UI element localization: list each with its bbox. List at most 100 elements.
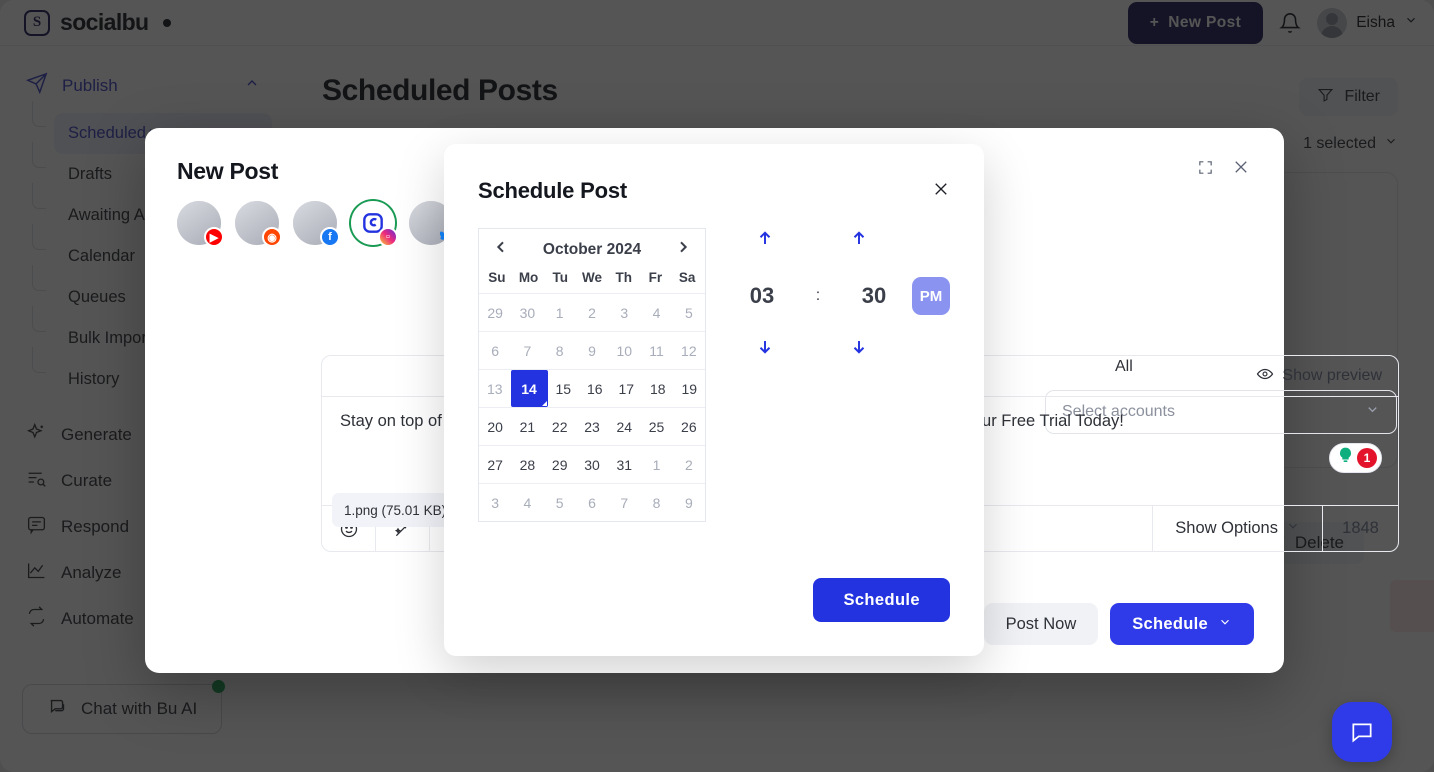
calendar-dow: We (581, 270, 602, 285)
calendar-day[interactable]: 21 (511, 408, 543, 445)
calendar-day[interactable]: 3 (479, 484, 511, 521)
calendar-day[interactable]: 8 (640, 484, 672, 521)
calendar-dow: Fr (648, 270, 663, 285)
calendar-day[interactable]: 9 (673, 484, 705, 521)
attachment-name: 1.png (75.01 KB) (344, 502, 447, 518)
minute-up-arrow-icon[interactable] (850, 228, 868, 253)
hour-value[interactable]: 03 (734, 283, 790, 309)
chevron-left-icon[interactable] (493, 239, 509, 260)
schedule-split-button[interactable]: Schedule (1110, 603, 1254, 645)
calendar-day[interactable]: 27 (479, 446, 511, 483)
chat-floating-button[interactable] (1332, 702, 1392, 762)
calendar-day[interactable]: 2 (576, 294, 608, 331)
eye-icon (1256, 365, 1274, 388)
calendar-day[interactable]: 6 (479, 332, 511, 369)
calendar-day[interactable]: 23 (576, 408, 608, 445)
account-avatar-instagram[interactable]: ▫ (351, 201, 398, 247)
close-icon[interactable] (1232, 158, 1250, 181)
expand-icon[interactable] (1197, 159, 1214, 181)
chevron-right-icon[interactable] (675, 239, 691, 260)
time-picker: 03 : 30 PM (706, 228, 950, 522)
new-post-modal-footer: Post Now Schedule (983, 603, 1254, 645)
time-value-row: 03 : 30 PM (734, 277, 950, 315)
account-avatar-youtube[interactable]: ▶ (177, 201, 224, 247)
youtube-icon: ▶ (204, 227, 224, 247)
calendar-week-row: 20 21 22 23 24 25 26 (479, 407, 705, 445)
calendar-day[interactable]: 6 (576, 484, 608, 521)
calendar-grid: 29 30 1 2 3 4 5 6 7 8 9 10 11 12 13 14 15 16 17 18 19 20 21 22 2… (479, 293, 705, 521)
calendar-header: October 2024 (479, 229, 705, 270)
calendar-day[interactable]: 9 (576, 332, 608, 369)
calendar-day[interactable]: 29 (479, 294, 511, 331)
ai-suggestions-chip[interactable]: 1 (1329, 443, 1382, 473)
account-avatar-facebook[interactable]: f (293, 201, 340, 247)
new-post-modal-header-actions (1197, 158, 1250, 181)
calendar-dow: Sa (678, 270, 696, 285)
calendar-day[interactable]: 26 (673, 408, 705, 445)
calendar-dow: Mo (518, 270, 539, 285)
schedule-modal-title: Schedule Post (478, 178, 627, 203)
show-options-label: Show Options (1175, 519, 1278, 537)
show-options-dropdown[interactable]: Show Options (1152, 506, 1322, 551)
time-separator: : (815, 287, 821, 304)
calendar-day[interactable]: 4 (511, 484, 543, 521)
show-preview-label: Show preview (1282, 367, 1382, 384)
time-decrement-row (734, 337, 950, 362)
datetime-picker: October 2024 Su Mo Tu We Th Fr Sa 29 30 1 2… (444, 204, 984, 522)
calendar-day[interactable]: 11 (640, 332, 672, 369)
calendar: October 2024 Su Mo Tu We Th Fr Sa 29 30 1 2… (478, 228, 706, 522)
calendar-day[interactable]: 28 (511, 446, 543, 483)
show-preview-toggle[interactable]: Show preview (1256, 365, 1382, 388)
calendar-day[interactable]: 19 (674, 370, 706, 407)
calendar-day[interactable]: 1 (640, 446, 672, 483)
chevron-down-icon (1286, 519, 1300, 538)
calendar-week-row: 13 14 15 16 17 18 19 (479, 369, 705, 407)
calendar-day[interactable]: 5 (544, 484, 576, 521)
hour-down-arrow-icon[interactable] (756, 337, 774, 362)
app-root: S socialbu + New Post Eisha (0, 0, 1434, 772)
calendar-day[interactable]: 30 (511, 294, 543, 331)
calendar-dow: Tu (552, 270, 569, 285)
post-now-button[interactable]: Post Now (983, 603, 1099, 645)
instagram-icon: ▫ (378, 227, 398, 247)
calendar-day[interactable]: 2 (673, 446, 705, 483)
facebook-icon: f (320, 227, 340, 247)
calendar-weekday-header: Su Mo Tu We Th Fr Sa (479, 270, 705, 293)
calendar-day[interactable]: 29 (544, 446, 576, 483)
close-icon[interactable] (932, 180, 950, 202)
calendar-day[interactable]: 30 (576, 446, 608, 483)
calendar-day[interactable]: 13 (479, 370, 511, 407)
minute-value[interactable]: 30 (846, 283, 902, 309)
new-post-modal-title: New Post (177, 158, 279, 184)
calendar-day[interactable]: 25 (640, 408, 672, 445)
account-avatar-reddit[interactable]: ◉ (235, 201, 282, 247)
ai-suggestion-count: 1 (1357, 448, 1377, 468)
calendar-week-row: 29 30 1 2 3 4 5 (479, 293, 705, 331)
calendar-day[interactable]: 24 (608, 408, 640, 445)
schedule-modal-header: Schedule Post (444, 144, 984, 204)
schedule-submit-button[interactable]: Schedule (813, 578, 950, 622)
calendar-day[interactable]: 16 (579, 370, 611, 407)
calendar-day[interactable]: 22 (544, 408, 576, 445)
calendar-day[interactable]: 10 (608, 332, 640, 369)
calendar-day[interactable]: 1 (544, 294, 576, 331)
calendar-day[interactable]: 5 (673, 294, 705, 331)
calendar-day[interactable]: 8 (544, 332, 576, 369)
calendar-week-row: 3456789 (479, 483, 705, 521)
meridiem-toggle[interactable]: PM (912, 277, 950, 315)
calendar-day[interactable]: 12 (673, 332, 705, 369)
calendar-day[interactable]: 7 (511, 332, 543, 369)
calendar-day[interactable]: 15 (548, 370, 580, 407)
minute-down-arrow-icon[interactable] (850, 337, 868, 362)
calendar-day[interactable]: 3 (608, 294, 640, 331)
calendar-day[interactable]: 31 (608, 446, 640, 483)
calendar-day-selected[interactable]: 14 (510, 370, 548, 407)
time-increment-row (734, 228, 950, 253)
calendar-day[interactable]: 20 (479, 408, 511, 445)
calendar-day[interactable]: 4 (640, 294, 672, 331)
calendar-day[interactable]: 17 (611, 370, 643, 407)
calendar-dow: Su (488, 270, 506, 285)
hour-up-arrow-icon[interactable] (756, 228, 774, 253)
calendar-day[interactable]: 18 (642, 370, 674, 407)
calendar-day[interactable]: 7 (608, 484, 640, 521)
